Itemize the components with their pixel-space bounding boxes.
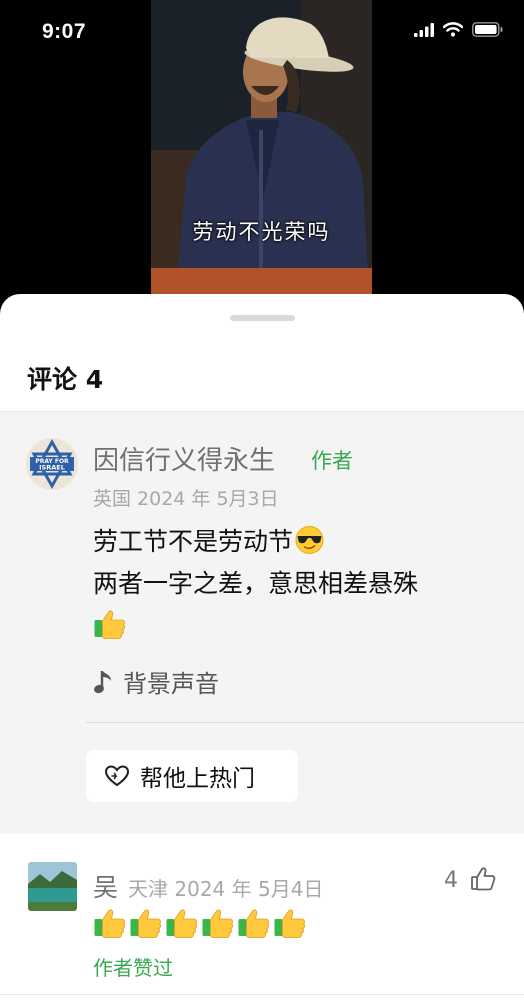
author-badge: 作者 [311, 449, 353, 473]
music-note-icon [94, 670, 111, 693]
divider [86, 722, 524, 723]
comment-item[interactable]: 吴 天津 2024 年 5月4日 4 作者赞过 [0, 834, 524, 1000]
comment-item[interactable]: PRAY FOR ISRAEL 因信行义得永生 作者 英国 2024 年 5月3… [0, 412, 524, 834]
comments-sheet: 评论 4 PRAY FOR ISRAEL 因信行义得永生 作者 英国 2024 … [0, 294, 524, 1000]
lake-landscape-avatar-image [28, 862, 77, 911]
comment-meta: 天津 2024 年 5月4日 [128, 877, 324, 901]
thumbs-up-emoji-icon [273, 908, 306, 938]
boost-hot-button[interactable]: 帮他上热门 [86, 750, 298, 802]
comment-line-text: 两者一字之差，意思相差悬殊 [93, 569, 419, 598]
status-time: 9:07 [42, 20, 87, 43]
avatar[interactable]: PRAY FOR ISRAEL [26, 438, 78, 490]
heart-arrow-icon [104, 765, 130, 787]
pray-for-israel-avatar-image: PRAY FOR ISRAEL [26, 438, 78, 490]
author-liked-label: 作者赞过 [93, 956, 173, 980]
comment-line: 两者一字之差，意思相差悬殊 [93, 563, 418, 605]
background-music-link[interactable]: 背景声音 [93, 664, 219, 699]
smiling-face-with-sunglasses-emoji-icon [293, 525, 326, 555]
boost-label: 帮他上热门 [140, 766, 255, 792]
battery-icon [472, 22, 503, 37]
thumbs-up-emoji-icon [93, 609, 126, 639]
music-label: 背景声音 [123, 670, 219, 698]
thumbs-up-emoji-icon [129, 908, 162, 938]
comment-header: 吴 天津 2024 年 5月4日 [93, 868, 323, 904]
comment-line [93, 605, 418, 647]
comment-line-text: 劳工节不是劳动节 [93, 527, 294, 556]
comment-author-name[interactable]: 吴 [93, 868, 118, 904]
thumbs-up-emoji-icon [165, 908, 198, 938]
comment-author-name[interactable]: 因信行义得永生 [93, 440, 275, 477]
comment-meta: 英国 2024 年 5月3日 [93, 488, 279, 510]
thumbs-up-outline-icon[interactable] [470, 866, 496, 892]
avatar[interactable] [28, 862, 77, 911]
divider [0, 994, 524, 995]
sheet-grabber-handle[interactable] [230, 315, 295, 321]
comment-line: 劳工节不是劳动节 [93, 521, 418, 563]
thumbs-up-emoji-icon [93, 908, 126, 938]
wifi-icon [443, 22, 463, 37]
video-subtitle: 劳动不光荣吗 [192, 220, 331, 244]
comment-text [93, 908, 306, 938]
comment-text: 劳工节不是劳动节 两者一字之差，意思相差悬殊 [93, 521, 418, 647]
comments-title: 评论 4 [27, 365, 104, 394]
status-bar: 9:07 [0, 0, 524, 60]
svg-text:ISRAEL: ISRAEL [39, 464, 65, 472]
cellular-signal-icon [414, 22, 434, 37]
like-count: 4 [444, 868, 458, 893]
thumbs-up-emoji-icon [201, 908, 234, 938]
status-icons [414, 22, 504, 37]
thumbs-up-emoji-icon [237, 908, 270, 938]
